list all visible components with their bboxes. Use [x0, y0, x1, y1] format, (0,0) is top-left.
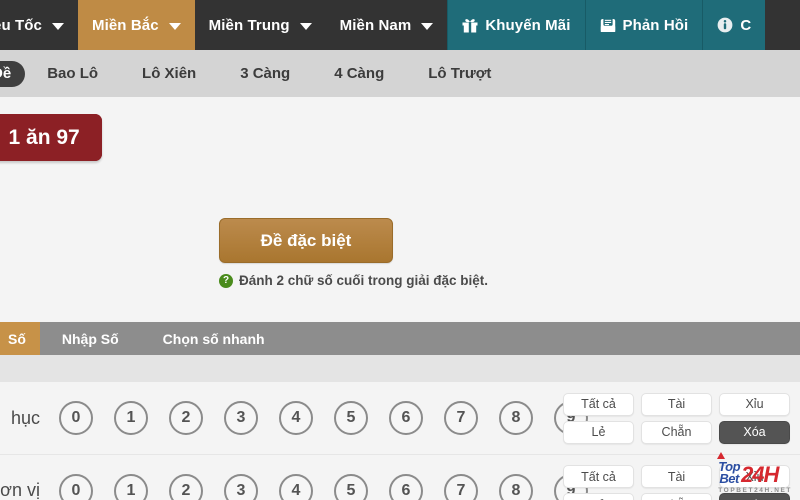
row-label-don-vi: ơn vị	[0, 480, 40, 500]
nav-item-label: C	[740, 16, 752, 34]
logo-domain-text: TOPBET24H.NET	[718, 486, 792, 494]
mode-chon-so-nhanh[interactable]: Chọn số nhanh	[141, 322, 287, 355]
chevron-down-icon	[299, 22, 312, 30]
logo-wordmark: Top Bet 24H	[717, 451, 792, 487]
digit-6[interactable]: 6	[389, 473, 423, 500]
bet-hint: ? Đánh 2 chữ số cuối trong giải đặc biệt…	[219, 273, 488, 288]
tab-lo-truot[interactable]: Lô Trượt	[406, 61, 513, 87]
number-row-don-vi: ơn vị 0 1 2 3 4 5 6 7 8 9 Tất cả Tài Xỉu…	[0, 454, 800, 500]
tab-label: Bao Lô	[47, 64, 99, 82]
logo-24h-text: 24H	[741, 461, 779, 487]
digit-8[interactable]: 8	[499, 401, 533, 435]
tab-label: 4 Càng	[334, 64, 385, 82]
button-le[interactable]: Lẻ	[563, 493, 634, 500]
digit-0[interactable]: 0	[59, 473, 93, 500]
tab-label: Đề	[0, 64, 12, 82]
tab-label: Lô Xiên	[142, 64, 197, 82]
top-navigation-bar: êu Tốc Miền Bắc Miền Trung Miền Nam Khuy…	[0, 0, 800, 50]
button-chan[interactable]: Chẵn	[641, 493, 712, 500]
button-chan[interactable]: Chẵn	[641, 420, 712, 444]
digit-0[interactable]: 0	[59, 401, 93, 435]
digit-7[interactable]: 7	[444, 401, 478, 435]
input-mode-bar: Số Nhập Số Chọn số nhanh	[0, 322, 800, 355]
digit-1[interactable]: 1	[114, 473, 148, 500]
nav-item-mien-bac[interactable]: Miền Bắc	[78, 0, 195, 50]
payout-ratio-badge: Lệ: 1 ăn 97	[0, 114, 102, 161]
nav-item-label: Miền Trung	[208, 16, 290, 34]
button-le[interactable]: Lẻ	[563, 420, 634, 444]
chevron-down-icon	[168, 22, 181, 30]
inbox-icon	[600, 17, 616, 33]
help-icon: ?	[219, 273, 233, 288]
digit-2[interactable]: 2	[169, 473, 203, 500]
digit-4[interactable]: 4	[279, 401, 313, 435]
payout-ratio-value: 1 ăn 97	[0, 114, 102, 161]
digit-2[interactable]: 2	[169, 401, 203, 435]
mode-label: Số	[8, 330, 26, 347]
digit-5[interactable]: 5	[334, 473, 368, 500]
gift-icon	[462, 18, 478, 33]
info-icon	[717, 17, 733, 33]
digit-6[interactable]: 6	[389, 401, 423, 435]
button-tat-ca[interactable]: Tất cả	[563, 392, 634, 416]
tab-lo-xien[interactable]: Lô Xiên	[120, 61, 218, 87]
nav-item-info-truncated[interactable]: C	[702, 0, 766, 50]
tab-4-cang[interactable]: 4 Càng	[312, 61, 406, 87]
topbet24h-logo: Top Bet 24H TOPBET24H.NET	[717, 451, 792, 495]
tab-label: Lô Trượt	[428, 64, 492, 82]
button-tat-ca[interactable]: Tất cả	[563, 465, 634, 488]
button-tai[interactable]: Tài	[641, 465, 712, 488]
panel-divider	[0, 355, 800, 382]
nav-item-sieu-toc[interactable]: êu Tốc	[0, 0, 78, 50]
nav-item-label: Miền Nam	[339, 16, 412, 34]
nav-item-label: Miền Bắc	[92, 16, 159, 34]
row-label-chuc: hục	[10, 407, 40, 428]
logo-bet: Bet	[719, 470, 739, 486]
digit-3[interactable]: 3	[224, 473, 258, 500]
nav-item-khuyen-mai[interactable]: Khuyến Mãi	[447, 0, 585, 50]
tab-de[interactable]: Đề	[0, 60, 26, 87]
mode-label: Nhập Số	[61, 330, 119, 347]
digit-1[interactable]: 1	[114, 401, 148, 435]
button-xiu[interactable]: Xỉu	[719, 392, 790, 416]
nav-item-label: Phản Hồi	[622, 16, 689, 34]
game-type-tabs: Đề Bao Lô Lô Xiên 3 Càng 4 Càng Lô Trượt	[0, 50, 800, 97]
tab-3-cang[interactable]: 3 Càng	[218, 61, 312, 87]
nav-item-mien-trung[interactable]: Miền Trung	[194, 0, 326, 50]
tab-label: 3 Càng	[240, 64, 291, 82]
quick-select-buttons-chuc: Tất cả Tài Xỉu Lẻ Chẵn Xóa	[563, 392, 790, 444]
digit-7[interactable]: 7	[444, 473, 478, 500]
digit-8[interactable]: 8	[499, 473, 533, 500]
button-tai[interactable]: Tài	[641, 392, 712, 416]
de-dac-biet-label: Đề đặc biệt	[260, 230, 352, 250]
nav-item-label: êu Tốc	[0, 16, 42, 34]
bet-hint-text: Đánh 2 chữ số cuối trong giải đặc biệt.	[239, 273, 489, 288]
mode-nhap-so[interactable]: Nhập Số	[40, 322, 141, 355]
mode-chon-so[interactable]: Số	[0, 322, 40, 355]
bet-options-panel: Lệ: 1 ăn 97 Đề đặc biệt ? Đánh 2 chữ số …	[0, 97, 800, 500]
digit-4[interactable]: 4	[279, 473, 313, 500]
de-dac-biet-button[interactable]: Đề đặc biệt	[219, 218, 393, 263]
number-selection-area: hục 0 1 2 3 4 5 6 7 8 9 Tất cả Tài Xỉu L…	[0, 382, 800, 500]
up-arrow-icon	[717, 451, 726, 459]
tab-bao-lo[interactable]: Bao Lô	[25, 61, 120, 87]
mode-label: Chọn số nhanh	[162, 330, 265, 347]
nav-item-mien-nam[interactable]: Miền Nam	[325, 0, 448, 50]
chevron-down-icon	[421, 22, 434, 30]
chevron-down-icon	[52, 22, 64, 30]
logo-topbet-text: Top Bet	[717, 451, 741, 486]
digit-3[interactable]: 3	[224, 401, 258, 435]
number-row-chuc: hục 0 1 2 3 4 5 6 7 8 9 Tất cả Tài Xỉu L…	[0, 382, 800, 454]
digit-circles-don-vi: 0 1 2 3 4 5 6 7 8 9	[59, 473, 588, 500]
button-xoa[interactable]: Xóa	[719, 420, 790, 444]
digit-5[interactable]: 5	[334, 401, 368, 435]
nav-item-phan-hoi[interactable]: Phản Hồi	[584, 0, 703, 50]
nav-item-label: Khuyến Mãi	[485, 16, 571, 34]
button-xoa[interactable]: Xóa	[719, 493, 790, 500]
digit-circles-chuc: 0 1 2 3 4 5 6 7 8 9	[59, 401, 588, 435]
